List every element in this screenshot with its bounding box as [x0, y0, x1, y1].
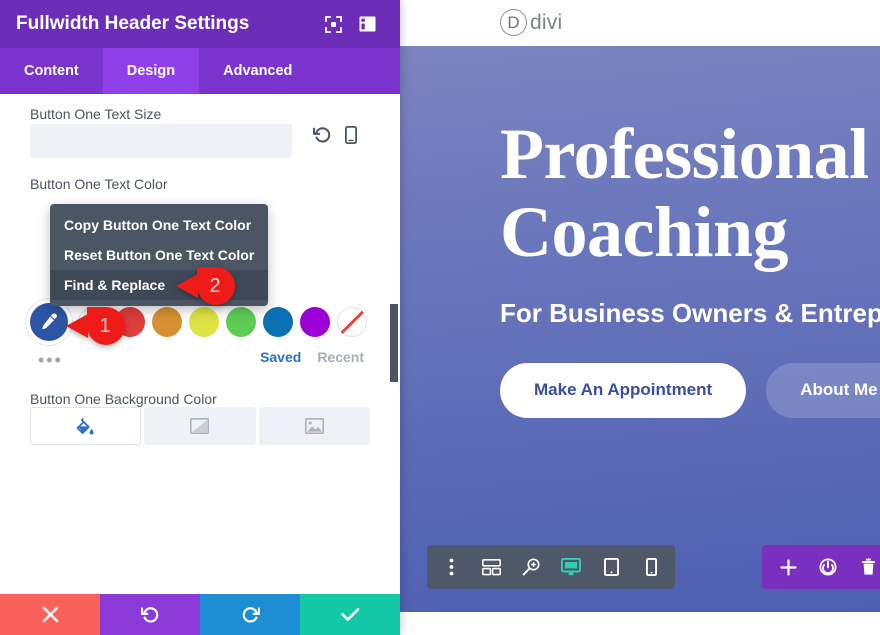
responsive-mobile-icon[interactable] [345, 126, 357, 144]
undo-button[interactable] [100, 594, 200, 635]
callout-badge-1: 1 [66, 307, 125, 345]
swatch-orange[interactable] [152, 307, 182, 337]
tab-content[interactable]: Content [0, 48, 103, 94]
swatch-purple[interactable] [300, 307, 330, 337]
image-icon [304, 418, 324, 434]
redo-button[interactable] [200, 594, 300, 635]
hero-section: Professional Coaching For Business Owner… [400, 46, 880, 612]
desktop-view-icon[interactable] [551, 545, 591, 589]
panel-footer-actions [0, 594, 400, 635]
paint-bucket-icon [76, 417, 95, 436]
divi-action-toolbar [762, 545, 880, 589]
site-header: D divi [400, 0, 880, 46]
hero-subtitle: For Business Owners & Entrepreneurs [500, 297, 880, 328]
palette-tabs: Saved Recent [260, 349, 364, 365]
eyedropper-swatch[interactable] [30, 303, 68, 341]
make-an-appointment-button[interactable]: Make An Appointment [500, 362, 747, 418]
gradient-icon [190, 418, 210, 434]
tablet-view-icon[interactable] [591, 545, 631, 589]
bg-image-tab[interactable] [258, 407, 370, 445]
bg-gradient-tab[interactable] [144, 407, 256, 445]
more-swatches-icon[interactable]: ••• [38, 351, 63, 369]
tab-advanced[interactable]: Advanced [199, 48, 316, 94]
trash-icon[interactable] [848, 545, 880, 589]
tab-design[interactable]: Design [102, 48, 200, 94]
reset-icon[interactable] [313, 126, 332, 144]
callout-pointer-2 [176, 274, 198, 298]
callout-pointer-1 [66, 314, 88, 338]
recent-palette-tab[interactable]: Recent [317, 349, 364, 365]
divi-logo-circle-d: D [500, 9, 527, 36]
hero-heading-line1: Professional [500, 114, 869, 194]
divi-logo-word: divi [530, 10, 563, 34]
field-label-text-size: Button One Text Size [30, 106, 162, 122]
field-label-text-color: Button One Text Color [30, 176, 168, 192]
field-button-one-text-color: Button One Text Color [0, 164, 400, 198]
hero-heading-line2: Coaching [500, 191, 789, 272]
divi-logo[interactable]: D divi [500, 9, 562, 36]
swatch-yellow[interactable] [189, 307, 219, 337]
phone-view-icon[interactable] [631, 545, 671, 589]
hero-content: Professional Coaching For Business Owner… [500, 114, 880, 418]
zoom-icon[interactable] [511, 545, 551, 589]
find-and-replace-menu-item[interactable]: Find & Replace [50, 270, 268, 300]
more-options-icon[interactable] [431, 545, 471, 589]
module-settings-panel: Fullwidth Header Settings Content Design… [0, 0, 400, 635]
callout-number-1: 1 [87, 307, 125, 345]
wireframe-icon[interactable] [471, 545, 511, 589]
save-button[interactable] [300, 594, 400, 635]
layout-panel-icon[interactable] [350, 0, 384, 48]
background-type-tabs [30, 407, 370, 445]
context-menu: Copy Button One Text Color Reset Button … [50, 204, 268, 306]
panel-header: Fullwidth Header Settings [0, 0, 400, 48]
power-icon[interactable] [808, 545, 848, 589]
swatch-none[interactable] [337, 307, 367, 337]
divi-builder-toolbar [427, 545, 675, 589]
swatch-green[interactable] [226, 307, 256, 337]
callout-badge-2: 2 [176, 267, 235, 305]
callout-number-2: 2 [197, 267, 235, 305]
panel-scrollbar[interactable] [390, 304, 398, 382]
swatch-blue[interactable] [263, 307, 293, 337]
expand-icon[interactable] [316, 0, 350, 48]
divi-preview-area: D divi Professional Coaching For Busines… [400, 0, 880, 635]
bg-color-tab[interactable] [30, 407, 142, 445]
text-size-slider-input[interactable] [30, 124, 292, 158]
panel-body: Button One Text Size Button One Text Col… [0, 94, 400, 635]
settings-tabs: Content Design Advanced [0, 48, 400, 94]
saved-palette-tab[interactable]: Saved [260, 349, 301, 365]
field-button-one-text-size: Button One Text Size [0, 94, 400, 158]
add-icon[interactable] [768, 545, 808, 589]
page-title: Fullwidth Header Settings [16, 13, 250, 34]
cancel-button[interactable] [0, 594, 100, 635]
screenshot-root: D divi Professional Coaching For Busines… [0, 0, 880, 635]
about-me-button[interactable]: About Me [766, 362, 880, 418]
reset-text-color-menu-item[interactable]: Reset Button One Text Color [50, 240, 268, 270]
copy-text-color-menu-item[interactable]: Copy Button One Text Color [50, 210, 268, 240]
hero-buttons: Make An Appointment About Me [500, 362, 880, 418]
